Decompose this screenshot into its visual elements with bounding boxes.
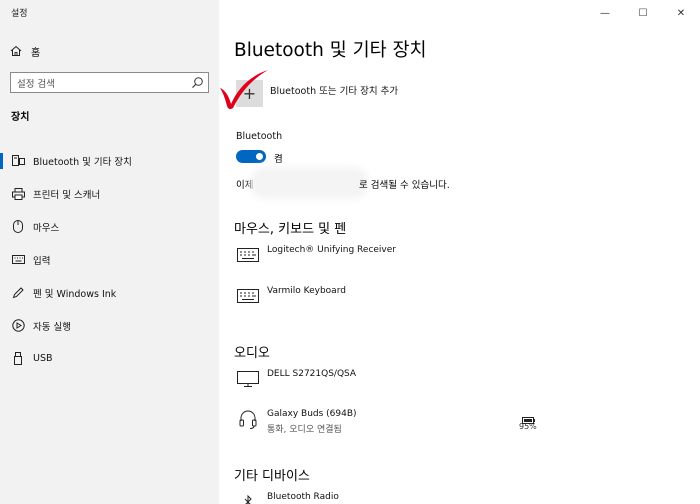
bluetooth-label: Bluetooth [236, 131, 283, 142]
sidebar-item-bluetooth[interactable]: Bluetooth 및 기타 장치 [0, 144, 219, 177]
keyboard-icon [236, 285, 260, 307]
sidebar-item-mouse[interactable]: 마우스 [0, 210, 219, 243]
window-controls: — ☐ ✕ [586, 0, 700, 26]
autoplay-icon [11, 319, 25, 333]
device-item[interactable]: Logitech® Unifying Receiver [236, 244, 396, 266]
section-heading-audio: 오디오 [234, 346, 270, 361]
home-label: 홈 [31, 47, 41, 59]
device-item[interactable]: DELL S2721QS/QSA [236, 368, 356, 390]
bluetooth-devices-icon [11, 154, 25, 168]
sidebar-item-label: 입력 [33, 255, 51, 267]
section-heading-mouse-keyboard-pen: 마우스, 키보드 및 펜 [234, 222, 347, 237]
search-icon[interactable] [191, 76, 204, 89]
monitor-icon [236, 368, 260, 390]
discoverable-text-suffix: 로 검색될 수 있습니다. [359, 180, 450, 191]
section-heading-other-devices: 기타 디바이스 [234, 469, 310, 484]
headset-icon [236, 408, 260, 430]
device-name: Varmilo Keyboard [267, 286, 346, 296]
sidebar-nav: Bluetooth 및 기타 장치 프린터 및 스캐너 마우스 입력 펜 및 W… [0, 144, 219, 375]
device-item[interactable]: Varmilo Keyboard [236, 285, 346, 307]
sidebar: 설정 홈 설정 검색 장치 Bluetooth 및 기타 장치 프린터 및 스캐… [0, 0, 219, 504]
search-placeholder: 설정 검색 [17, 78, 55, 90]
sidebar-item-label: 펜 및 Windows Ink [33, 288, 117, 300]
sidebar-item-label: 자동 실행 [33, 321, 71, 333]
device-name: Logitech® Unifying Receiver [267, 245, 396, 255]
sidebar-item-label: 마우스 [33, 222, 60, 234]
battery-level: 95% [519, 422, 537, 431]
bluetooth-icon [236, 491, 260, 504]
search-input[interactable]: 설정 검색 [10, 72, 209, 93]
close-button[interactable]: ✕ [662, 0, 700, 26]
keyboard-icon [236, 244, 260, 266]
usb-icon [11, 352, 25, 366]
sidebar-item-label: USB [33, 353, 53, 364]
main-content: — ☐ ✕ Bluetooth 및 기타 장치 + Bluetooth 또는 기… [219, 0, 700, 504]
printer-icon [11, 187, 25, 201]
mouse-icon [11, 220, 25, 234]
app-title: 설정 [11, 9, 28, 19]
pen-icon [11, 286, 25, 300]
discoverable-text-prefix: 이제 [236, 180, 254, 191]
sidebar-item-label: Bluetooth 및 기타 장치 [33, 156, 132, 168]
device-name: Galaxy Buds (694B) [267, 409, 357, 419]
minimize-button[interactable]: — [586, 0, 624, 26]
redacted-device-name [255, 172, 363, 194]
device-name: Bluetooth Radio [267, 492, 339, 502]
checkmark-annotation-icon [220, 70, 268, 110]
device-name: DELL S2721QS/QSA [267, 369, 357, 379]
sidebar-item-label: 프린터 및 스캐너 [33, 189, 101, 201]
home-icon [10, 45, 24, 57]
sidebar-item-autoplay[interactable]: 자동 실행 [0, 309, 219, 342]
page-title: Bluetooth 및 기타 장치 [234, 40, 427, 61]
toggle-state: 켬 [274, 154, 283, 165]
maximize-button[interactable]: ☐ [624, 0, 662, 26]
add-device-label[interactable]: Bluetooth 또는 기타 장치 추가 [270, 83, 398, 97]
device-status: 통화, 오디오 연결됨 [267, 425, 342, 435]
sidebar-item-typing[interactable]: 입력 [0, 243, 219, 276]
keyboard-icon [11, 253, 25, 267]
bluetooth-toggle[interactable] [236, 150, 266, 163]
device-item[interactable]: Galaxy Buds (694B) 통화, 오디오 연결됨 [236, 408, 357, 435]
device-item[interactable]: Bluetooth Radio [236, 491, 339, 504]
sidebar-item-pen[interactable]: 펜 및 Windows Ink [0, 276, 219, 309]
section-label: 장치 [11, 112, 30, 123]
home-link[interactable]: 홈 [10, 42, 40, 60]
sidebar-item-usb[interactable]: USB [0, 342, 219, 375]
sidebar-item-printers[interactable]: 프린터 및 스캐너 [0, 177, 219, 210]
